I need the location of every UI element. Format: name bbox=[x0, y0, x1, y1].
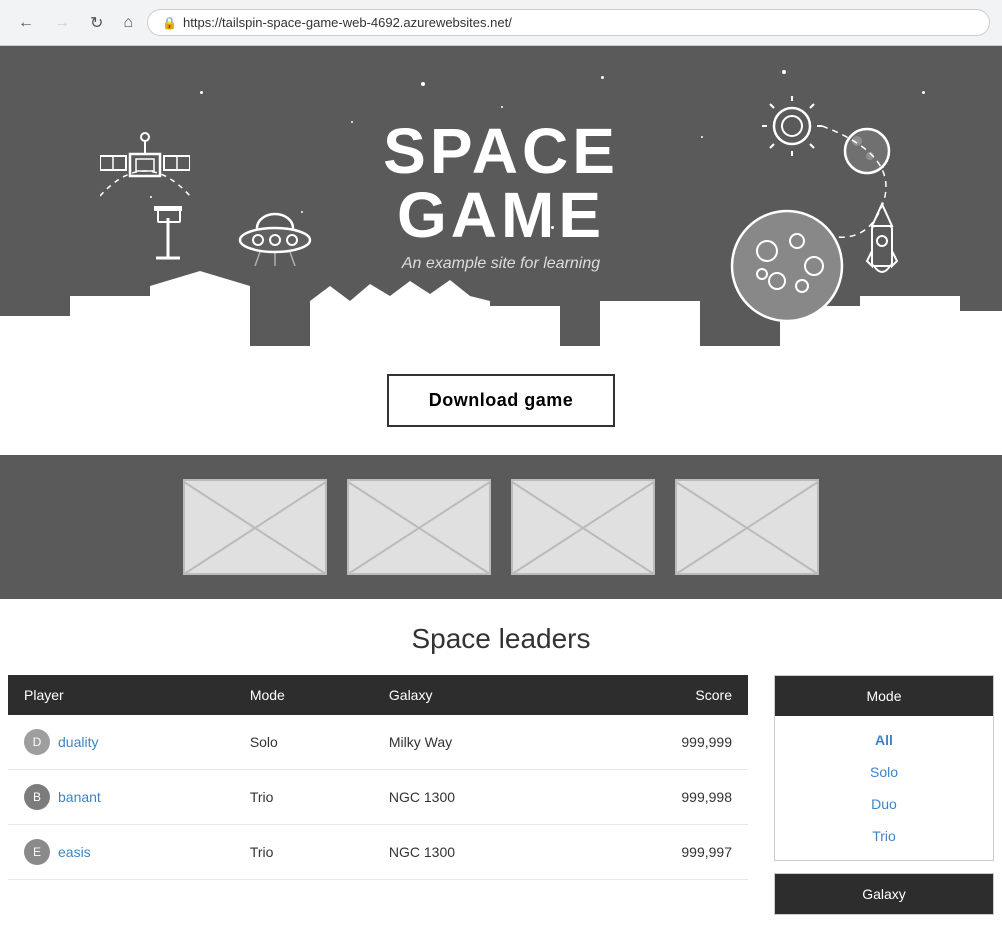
lock-icon: 🔒 bbox=[162, 16, 177, 30]
galaxy-filter-box: Galaxy bbox=[774, 873, 994, 915]
player-cell-2: E easis bbox=[8, 825, 234, 880]
player-link-2[interactable]: easis bbox=[58, 844, 91, 860]
score-cell-1: 999,998 bbox=[577, 770, 748, 825]
score-cell-2: 999,997 bbox=[577, 825, 748, 880]
mode-filter-option-trio[interactable]: Trio bbox=[775, 820, 993, 852]
player-avatar-0: D bbox=[24, 729, 50, 755]
col-galaxy: Galaxy bbox=[373, 675, 577, 715]
download-button[interactable]: Download game bbox=[387, 374, 616, 427]
browser-chrome: ← → ↻ ⌂ 🔒 https://tailspin-space-game-we… bbox=[0, 0, 1002, 46]
leaderboard-section: Space leaders Player Mode Galaxy Score bbox=[0, 599, 1002, 939]
mode-filter-option-duo[interactable]: Duo bbox=[775, 788, 993, 820]
hero-subtitle: An example site for learning bbox=[383, 255, 619, 273]
planets-svg bbox=[702, 96, 922, 346]
score-cell-0: 999,999 bbox=[577, 715, 748, 770]
mode-filter-option-solo[interactable]: Solo bbox=[775, 756, 993, 788]
galaxy-cell-0: Milky Way bbox=[373, 715, 577, 770]
mode-filter-header: Mode bbox=[775, 676, 993, 716]
hero-title: SPACE GAME bbox=[383, 119, 619, 247]
screenshot-2 bbox=[347, 479, 491, 575]
hero-banner: SPACE GAME An example site for learning bbox=[0, 46, 1002, 346]
url-text: https://tailspin-space-game-web-4692.azu… bbox=[183, 15, 512, 30]
screenshot-1 bbox=[183, 479, 327, 575]
back-button[interactable]: ← bbox=[12, 10, 40, 36]
table-row: B banant Trio NGC 1300 999,998 bbox=[8, 770, 748, 825]
filter-panel: Mode AllSoloDuoTrio Galaxy bbox=[774, 675, 994, 915]
forward-button[interactable]: → bbox=[48, 10, 76, 36]
screenshot-3 bbox=[511, 479, 655, 575]
hero-title-area: SPACE GAME An example site for learning bbox=[383, 119, 619, 273]
player-avatar-1: B bbox=[24, 784, 50, 810]
galaxy-filter-header: Galaxy bbox=[775, 874, 993, 914]
leaderboard-table-wrap: Player Mode Galaxy Score D duality Solo … bbox=[8, 675, 758, 915]
screenshot-4 bbox=[675, 479, 819, 575]
lamp-icon bbox=[148, 198, 188, 268]
mode-cell-0: Solo bbox=[234, 715, 373, 770]
player-cell-1: B banant bbox=[8, 770, 234, 825]
leaderboard-layout: Player Mode Galaxy Score D duality Solo … bbox=[0, 675, 1002, 915]
mode-cell-1: Trio bbox=[234, 770, 373, 825]
home-button[interactable]: ⌂ bbox=[117, 10, 139, 36]
satellite-icon bbox=[100, 126, 190, 206]
player-link-1[interactable]: banant bbox=[58, 789, 101, 805]
download-area: Download game bbox=[0, 346, 1002, 455]
mode-filter-option-all[interactable]: All bbox=[775, 724, 993, 756]
leaderboard-table: Player Mode Galaxy Score D duality Solo … bbox=[8, 675, 748, 880]
col-score: Score bbox=[577, 675, 748, 715]
address-bar[interactable]: 🔒 https://tailspin-space-game-web-4692.a… bbox=[147, 9, 990, 36]
mode-filter-options: AllSoloDuoTrio bbox=[775, 716, 993, 860]
reload-button[interactable]: ↻ bbox=[84, 9, 109, 37]
galaxy-cell-1: NGC 1300 bbox=[373, 770, 577, 825]
player-avatar-2: E bbox=[24, 839, 50, 865]
mode-cell-2: Trio bbox=[234, 825, 373, 880]
galaxy-cell-2: NGC 1300 bbox=[373, 825, 577, 880]
table-row: D duality Solo Milky Way 999,999 bbox=[8, 715, 748, 770]
screenshots-banner bbox=[0, 455, 1002, 599]
player-cell-0: D duality bbox=[8, 715, 234, 770]
table-row: E easis Trio NGC 1300 999,997 bbox=[8, 825, 748, 880]
section-title: Space leaders bbox=[0, 623, 1002, 655]
mode-filter-box: Mode AllSoloDuoTrio bbox=[774, 675, 994, 861]
planets-area bbox=[702, 96, 922, 346]
col-mode: Mode bbox=[234, 675, 373, 715]
page-content: SPACE GAME An example site for learning … bbox=[0, 46, 1002, 939]
col-player: Player bbox=[8, 675, 234, 715]
player-link-0[interactable]: duality bbox=[58, 734, 98, 750]
ufo-icon bbox=[230, 196, 320, 266]
